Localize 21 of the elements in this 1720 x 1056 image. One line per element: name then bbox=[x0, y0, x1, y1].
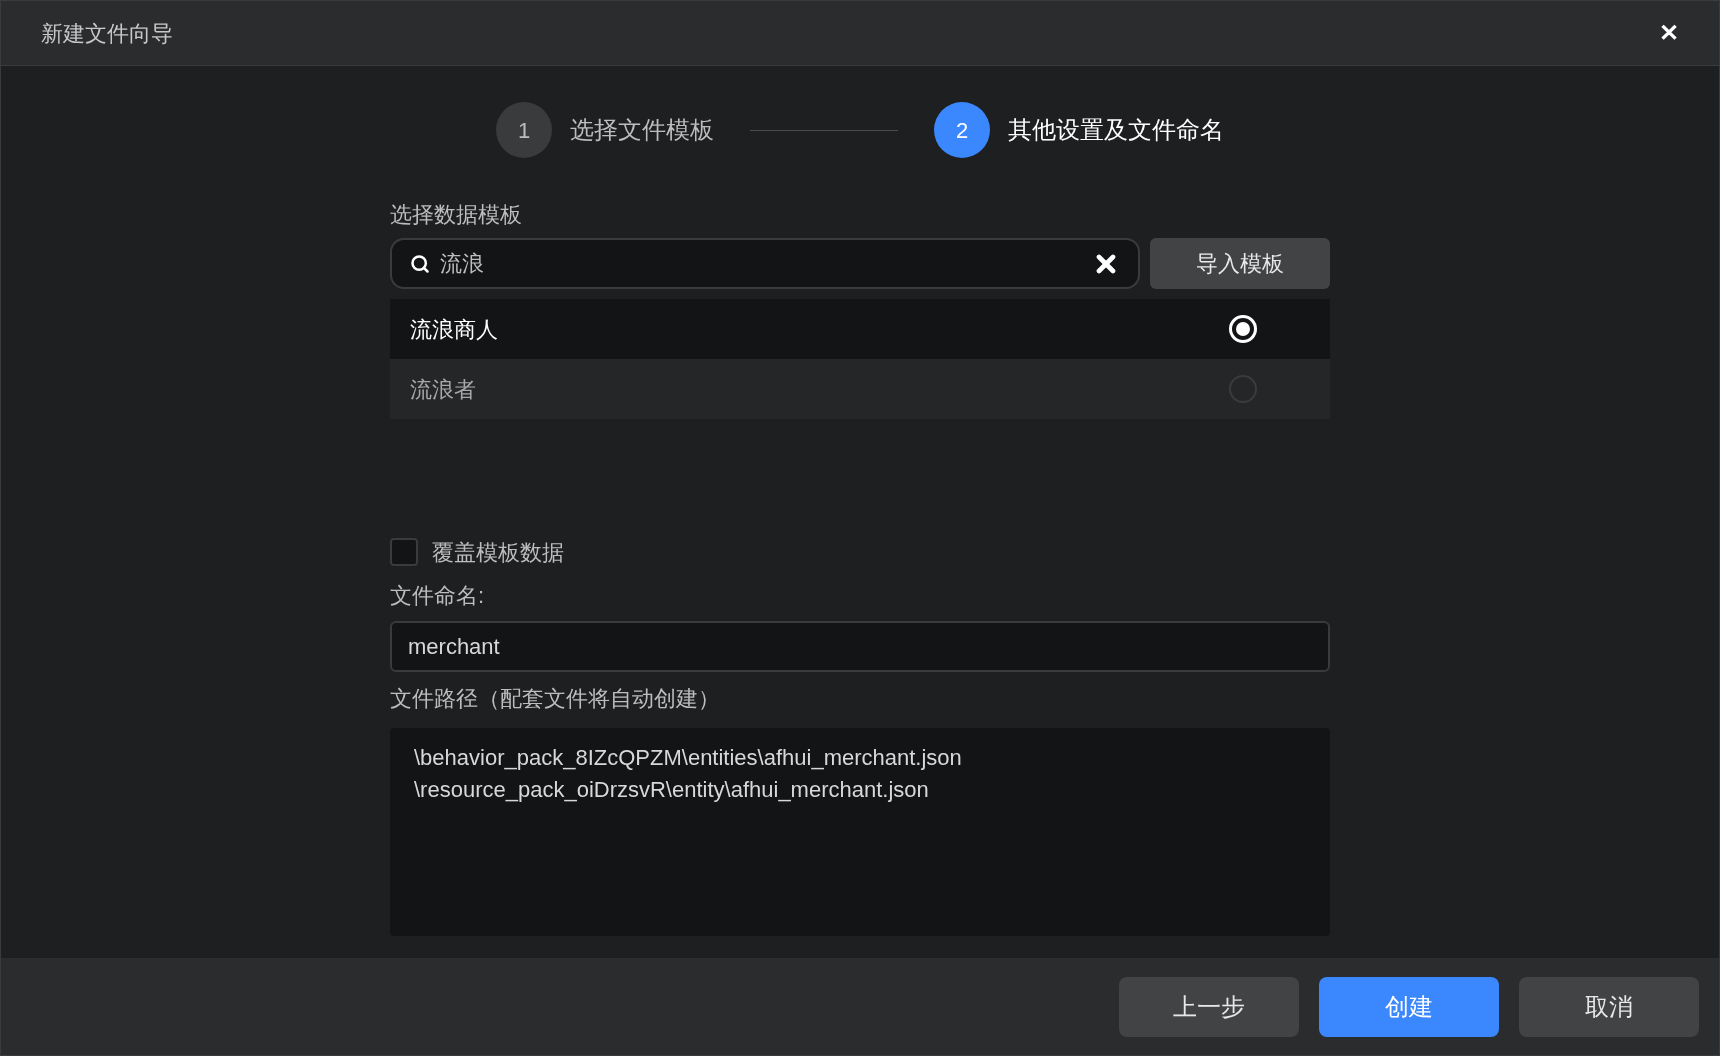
checkbox-label: 覆盖模板数据 bbox=[432, 538, 564, 567]
step-label: 选择文件模板 bbox=[570, 115, 714, 145]
template-option[interactable]: 流浪者 bbox=[390, 359, 1330, 419]
footer-button[interactable]: 取消 bbox=[1519, 976, 1699, 1037]
file-path-line: \behavior_pack_8IZcQPZM\entities\afhui_merchant.json bbox=[414, 744, 963, 772]
checkbox[interactable] bbox=[390, 538, 418, 566]
import-template-button[interactable]: 导入模板 bbox=[1150, 238, 1330, 289]
window-title: 新建文件向导 bbox=[41, 19, 173, 48]
close-button[interactable]: ✕ bbox=[1659, 15, 1679, 51]
section-label: 选择数据模板 bbox=[390, 201, 523, 229]
file-path-line: \resource_pack_oiDrzsvR\entity\afhui_merchant.json bbox=[414, 776, 930, 804]
search-icon bbox=[410, 253, 430, 274]
template-option[interactable]: 流浪商人 bbox=[390, 299, 1330, 359]
footer-button[interactable]: 上一步 bbox=[1119, 976, 1299, 1037]
field-label: 文件路径（配套文件将自动创建） bbox=[390, 685, 721, 713]
step-number: 1 bbox=[496, 102, 552, 158]
field-label: 文件命名: bbox=[390, 582, 486, 610]
step-number: 2 bbox=[934, 102, 990, 158]
file-name-field[interactable]: merchant bbox=[390, 621, 1330, 672]
step-label: 其他设置及文件命名 bbox=[1008, 115, 1224, 145]
search-field[interactable]: 流浪 bbox=[390, 238, 1140, 289]
